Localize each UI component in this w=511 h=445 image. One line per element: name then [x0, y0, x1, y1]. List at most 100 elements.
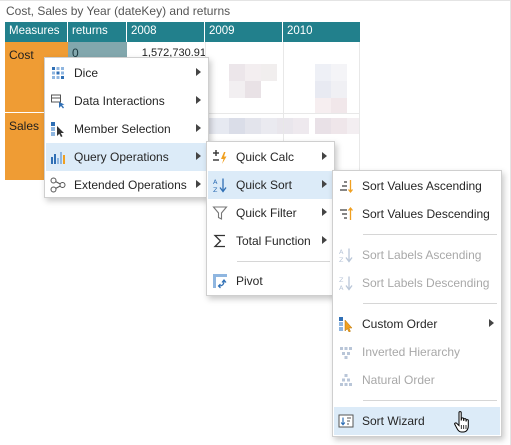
grid-header-2010[interactable]: 2010	[283, 22, 360, 42]
submenu-arrow-icon	[322, 236, 327, 244]
menu-item-label: Dice	[74, 66, 99, 80]
menu-item-label: Natural Order	[362, 373, 435, 387]
menu-item-label: Data Interactions	[74, 94, 165, 108]
blurred-value	[229, 64, 245, 81]
menu-item-data-interactions[interactable]: Data Interactions	[46, 87, 207, 115]
menu-item-custom-order[interactable]: Custom Order	[334, 310, 500, 338]
menu-item-label: Quick Calc	[236, 150, 295, 164]
sort-values-descending-icon	[338, 206, 354, 222]
grid-header-returns[interactable]: returns	[68, 22, 127, 42]
blurred-value	[245, 118, 261, 134]
quick-filter-icon	[212, 205, 228, 221]
menu-item-pivot[interactable]: Pivot	[208, 267, 333, 295]
menu-item-sort-wizard[interactable]: Sort Wizard	[334, 407, 500, 435]
submenu-arrow-icon	[322, 152, 327, 160]
blurred-value	[261, 118, 277, 134]
menu-item-quick-filter[interactable]: Quick Filter	[208, 199, 333, 227]
svg-text:Z: Z	[213, 186, 218, 193]
grid-header-2008[interactable]: 2008	[127, 22, 205, 42]
custom-order-icon	[338, 316, 354, 332]
submenu-arrow-icon	[196, 68, 201, 76]
menu-item-label: Extended Operations	[74, 178, 187, 192]
sort-values-ascending-icon	[338, 178, 354, 194]
menu-item-total-function[interactable]: Total Function	[208, 227, 333, 255]
blurred-value	[245, 64, 261, 81]
blurred-value	[261, 64, 277, 81]
menu-item-sort-values-ascending[interactable]: Sort Values Ascending	[334, 172, 500, 200]
report-title: Cost, Sales by Year (dateKey) and return…	[6, 4, 231, 18]
svg-text:Z: Z	[339, 256, 344, 263]
menu-item-inverted-hierarchy[interactable]: Inverted Hierarchy	[334, 338, 500, 366]
submenu-arrow-icon	[196, 96, 201, 104]
sort-labels-descending-icon: Z A	[338, 275, 354, 291]
blurred-value	[293, 118, 309, 134]
menu-item-label: Inverted Hierarchy	[362, 345, 461, 359]
grid-header-2009[interactable]: 2009	[205, 22, 283, 42]
menu-item-label: Total Function	[236, 234, 311, 248]
menu-separator	[363, 303, 497, 304]
menu-item-label: Quick Filter	[236, 206, 297, 220]
hand-cursor-icon	[453, 410, 473, 434]
menu-item-sort-labels-ascending[interactable]: A Z Sort Labels Ascending	[334, 241, 500, 269]
svg-text:A: A	[213, 178, 218, 186]
query-operations-icon	[50, 149, 66, 165]
pivot-icon	[212, 273, 228, 289]
query-operations-submenu: Quick Calc A Z Quick Sort Quick Filter T…	[206, 141, 335, 296]
blurred-value	[229, 81, 245, 98]
blurred-value	[347, 118, 359, 134]
menu-separator	[363, 400, 497, 401]
menu-item-query-operations[interactable]: Query Operations	[46, 143, 207, 171]
menu-item-extended-operations[interactable]: Extended Operations	[46, 171, 207, 199]
menu-item-dice[interactable]: Dice	[46, 59, 207, 87]
data-interactions-icon	[50, 93, 66, 109]
frame-top-border	[0, 0, 511, 1]
blurred-value	[315, 64, 331, 81]
menu-item-label: Quick Sort	[236, 178, 293, 192]
menu-item-sort-labels-descending[interactable]: Z A Sort Labels Descending	[334, 269, 500, 297]
menu-item-label: Sort Labels Ascending	[362, 248, 482, 262]
menu-item-quick-sort[interactable]: A Z Quick Sort	[208, 171, 333, 199]
member-selection-icon	[50, 121, 66, 137]
menu-item-sort-values-descending[interactable]: Sort Values Descending	[334, 200, 500, 228]
blurred-value	[331, 118, 347, 134]
submenu-arrow-icon	[196, 124, 201, 132]
menu-item-label: Member Selection	[74, 122, 171, 136]
menu-item-label: Pivot	[236, 274, 263, 288]
submenu-arrow-icon	[322, 208, 327, 216]
extended-operations-icon	[50, 177, 66, 193]
menu-item-label: Sort Values Ascending	[362, 179, 482, 193]
blurred-value	[209, 118, 229, 134]
blurred-value	[331, 81, 347, 98]
blurred-value	[331, 98, 347, 113]
blurred-value	[277, 118, 293, 134]
menu-item-member-selection[interactable]: Member Selection	[46, 115, 207, 143]
menu-separator	[237, 261, 330, 262]
menu-item-label: Custom Order	[362, 317, 438, 331]
grid-header-measures[interactable]: Measures	[5, 22, 68, 42]
menu-separator	[363, 234, 497, 235]
svg-text:A: A	[339, 248, 344, 256]
grid-divider	[283, 42, 284, 142]
submenu-arrow-icon	[196, 152, 201, 160]
menu-item-quick-calc[interactable]: Quick Calc	[208, 143, 333, 171]
svg-text:A: A	[339, 284, 344, 291]
quick-calc-icon	[212, 149, 228, 165]
blurred-value	[315, 81, 331, 98]
grid-divider	[359, 42, 360, 182]
blurred-value	[315, 118, 331, 134]
sort-labels-ascending-icon: A Z	[338, 247, 354, 263]
submenu-arrow-icon	[489, 319, 494, 327]
natural-order-icon	[338, 372, 354, 388]
dice-icon	[50, 65, 66, 81]
sigma-icon	[212, 233, 228, 249]
menu-item-natural-order[interactable]: Natural Order	[334, 366, 500, 394]
context-menu: Dice Data Interactions Member Selection	[44, 57, 209, 198]
blurred-value	[245, 81, 261, 98]
inverted-hierarchy-icon	[338, 344, 354, 360]
blurred-value	[229, 118, 245, 134]
quick-sort-submenu: Sort Values Ascending Sort Values Descen…	[332, 170, 502, 437]
blurred-value	[331, 64, 347, 81]
submenu-arrow-icon	[196, 180, 201, 188]
quick-sort-icon: A Z	[212, 177, 228, 193]
svg-text:Z: Z	[339, 276, 344, 284]
